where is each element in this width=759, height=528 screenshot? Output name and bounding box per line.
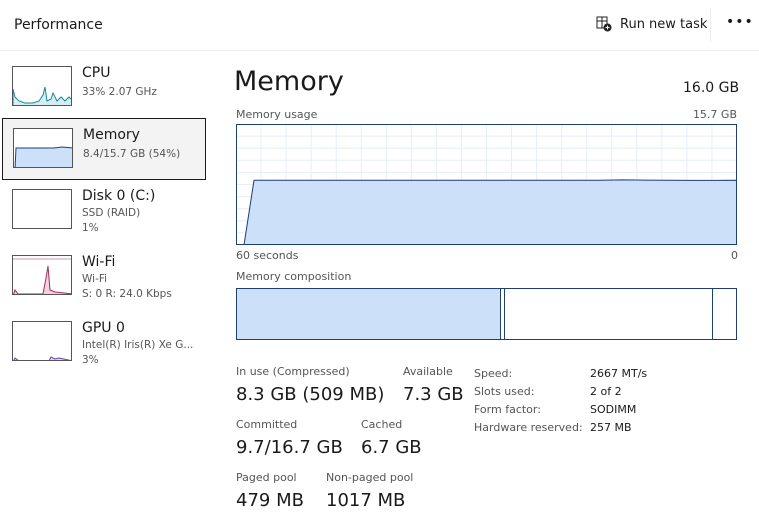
paged-pool-label: Paged pool (236, 471, 297, 484)
sidebar-item-detail: 3% (82, 354, 99, 366)
run-task-icon (596, 16, 612, 32)
sidebar-item-detail: Intel(R) Iris(R) Xe G... (82, 339, 194, 351)
x-axis-left-label: 60 seconds (236, 249, 299, 262)
committed-value: 9.7/16.7 GB (236, 437, 343, 458)
run-new-task-button[interactable]: Run new task (596, 16, 707, 32)
gpu-thumbnail-graph (12, 321, 72, 361)
sidebar-item-label: GPU 0 (82, 320, 125, 336)
sidebar-item-cpu[interactable]: CPU 33% 2.07 GHz (2, 57, 206, 119)
divider (710, 8, 711, 42)
property-row: Form factor: SODIMM (474, 401, 647, 419)
x-axis-right-label: 0 (731, 249, 738, 262)
property-value: 257 MB (590, 421, 632, 434)
cpu-thumbnail-graph (12, 66, 72, 106)
memory-thumbnail-graph (13, 128, 73, 168)
sidebar-item-label: Disk 0 (C:) (82, 188, 156, 204)
composition-label: Memory composition (236, 270, 352, 283)
property-row: Speed: 2667 MT/s (474, 365, 647, 383)
sidebar-item-memory[interactable]: Memory 8.4/15.7 GB (54%) (2, 118, 206, 180)
non-paged-pool-label: Non-paged pool (326, 471, 414, 484)
property-key: Hardware reserved: (474, 421, 583, 434)
sidebar-item-detail: Wi-Fi (82, 273, 108, 285)
property-value: 2667 MT/s (590, 367, 648, 380)
committed-label: Committed (236, 418, 298, 431)
standby-segment[interactable] (505, 289, 713, 339)
sidebar-item-detail: S: 0 R: 24.0 Kbps (82, 288, 172, 300)
sidebar-item-disk[interactable]: Disk 0 (C:) SSD (RAID) 1% (2, 180, 206, 242)
usage-max: 15.7 GB (692, 108, 737, 121)
usage-label: Memory usage (236, 108, 318, 121)
sidebar-item-label: CPU (82, 65, 111, 81)
sidebar-item-wifi[interactable]: Wi-Fi Wi-Fi S: 0 R: 24.0 Kbps (2, 246, 206, 308)
paged-pool-value: 479 MB (236, 490, 304, 511)
memory-usage-graph (236, 124, 737, 245)
run-new-task-label: Run new task (620, 16, 708, 32)
memory-properties: Speed: 2667 MT/s Slots used: 2 of 2 Form f… (474, 365, 647, 437)
sidebar-item-detail: 33% 2.07 GHz (82, 86, 157, 98)
in-use-value: 8.3 GB (509 MB) (236, 384, 385, 405)
memory-title: Memory (234, 66, 344, 97)
property-row: Hardware reserved: 257 MB (474, 419, 647, 437)
cached-value: 6.7 GB (361, 437, 422, 458)
in-use-segment[interactable] (237, 289, 502, 339)
property-key: Form factor: (474, 403, 541, 416)
property-value: SODIMM (590, 403, 637, 416)
property-value: 2 of 2 (590, 385, 622, 398)
memory-total: 16.0 GB (683, 80, 740, 96)
property-key: Slots used: (474, 385, 535, 398)
sidebar-item-label: Wi-Fi (82, 254, 116, 270)
sidebar-item-label: Memory (83, 127, 140, 143)
memory-composition-bar (236, 288, 737, 340)
in-use-label: In use (Compressed) (236, 365, 350, 378)
more-options-button[interactable]: ••• (726, 14, 754, 30)
property-row: Slots used: 2 of 2 (474, 383, 647, 401)
memory-usage-series (243, 179, 737, 245)
sidebar-item-detail: 1% (82, 222, 99, 234)
header-divider (0, 50, 759, 51)
page-title: Performance (14, 17, 103, 33)
wifi-thumbnail-graph (12, 255, 72, 295)
available-value: 7.3 GB (403, 384, 464, 405)
sidebar-item-detail: 8.4/15.7 GB (54%) (83, 148, 181, 160)
property-key: Speed: (474, 367, 513, 380)
free-segment[interactable] (712, 289, 736, 339)
sidebar-item-detail: SSD (RAID) (82, 207, 141, 219)
available-label: Available (403, 365, 453, 378)
sidebar-item-gpu[interactable]: GPU 0 Intel(R) Iris(R) Xe G... 3% (2, 312, 206, 374)
disk-thumbnail-graph (12, 189, 72, 229)
non-paged-pool-value: 1017 MB (326, 490, 406, 511)
cached-label: Cached (361, 418, 403, 431)
